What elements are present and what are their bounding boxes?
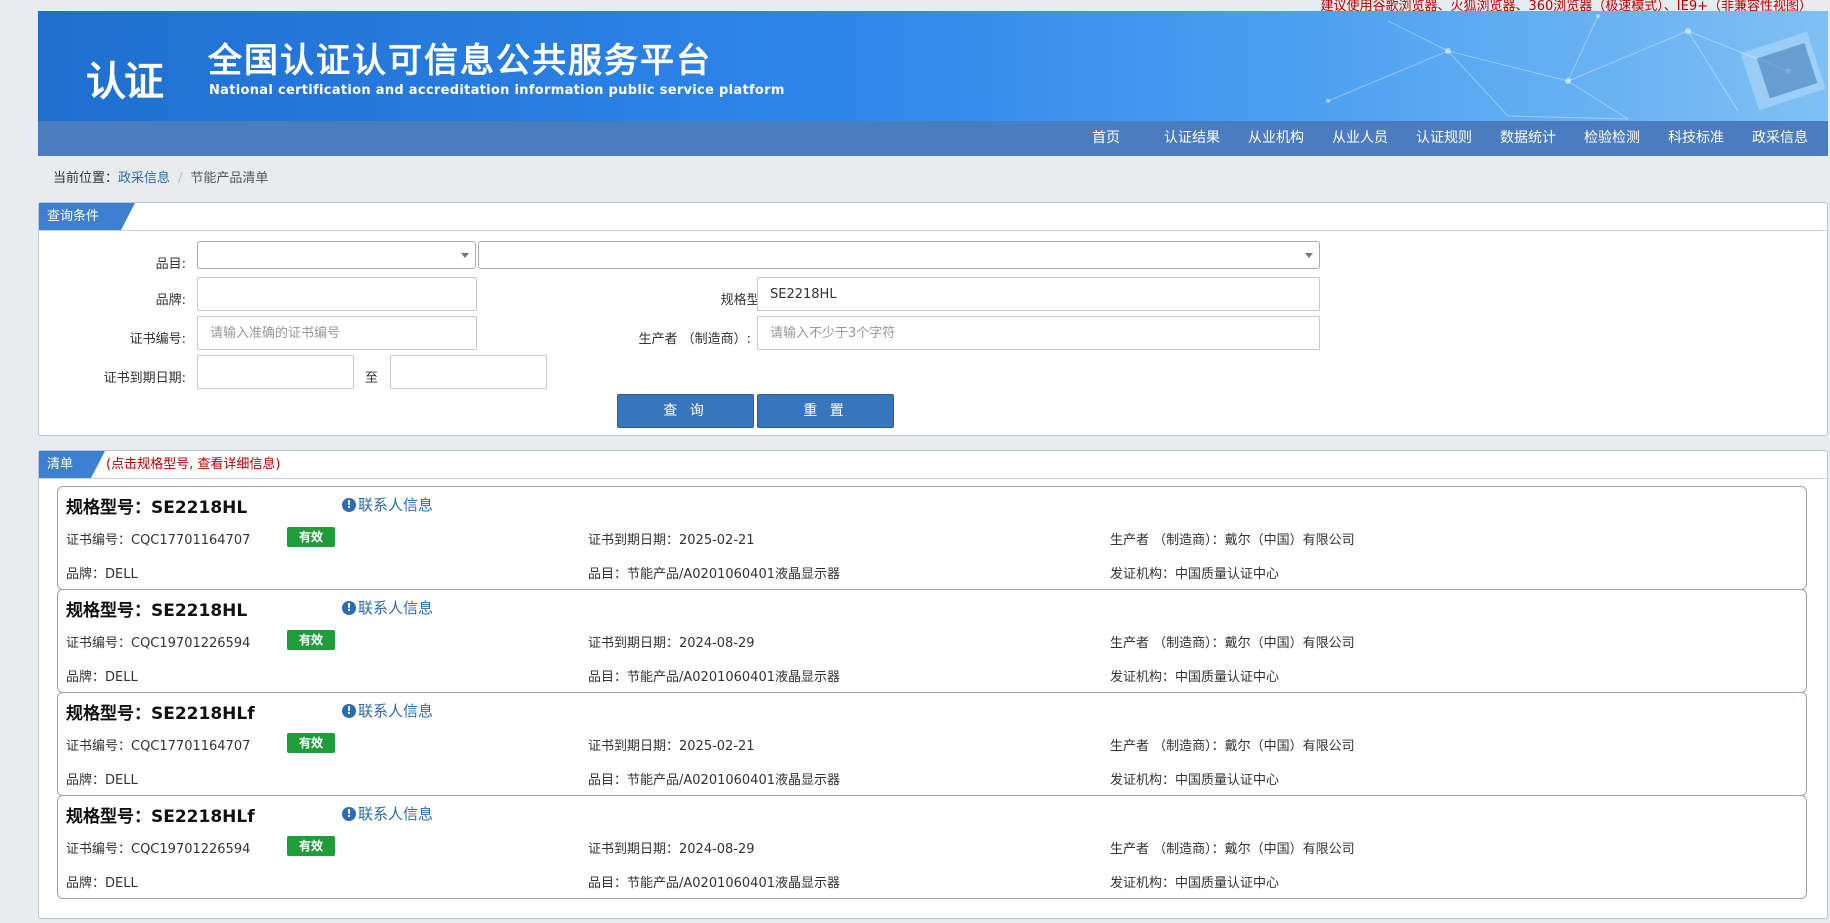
brand-label: 品牌: [155, 293, 186, 308]
expiry-end-input[interactable] [390, 355, 547, 389]
nav-procurement[interactable]: 政采信息 [1738, 121, 1822, 156]
nav-rules[interactable]: 认证规则 [1402, 121, 1486, 156]
category-select-primary[interactable] [197, 241, 476, 269]
maker: 生产者 （制造商）：戴尔（中国）有限公司 [1110, 739, 1355, 754]
expiry-date: 证书到期日期：2025-02-21 [588, 533, 755, 548]
query-panel: 查询条件 品目: 品牌: 规格型号: 证书编号: 生产者 （制造商）: 证书到期… [38, 202, 1828, 436]
status-badge: 有效 [287, 733, 335, 753]
category: 品目：节能产品/A0201060401液晶显示器 [588, 670, 840, 685]
contact-info-label: 联系人信息 [358, 805, 434, 823]
nav-standards[interactable]: 科技标准 [1654, 121, 1738, 156]
site-logo: 认证云 [62, 27, 192, 121]
query-button[interactable]: 查 询 [617, 394, 754, 428]
info-icon: ! [342, 703, 356, 718]
contact-info-link[interactable]: ! 联系人信息 [342, 597, 433, 618]
nav-testing[interactable]: 检验检测 [1570, 121, 1654, 156]
issuer: 发证机构：中国质量认证中心 [1110, 670, 1280, 685]
category: 品目：节能产品/A0201060401液晶显示器 [588, 567, 840, 582]
maker: 生产者 （制造商）：戴尔（中国）有限公司 [1110, 636, 1355, 651]
model-label: 规格型号: [720, 293, 777, 308]
model-link[interactable]: 规格型号：SE2218HL [66, 493, 247, 518]
issuer: 发证机构：中国质量认证中心 [1110, 876, 1280, 891]
brand: 品牌：DELL [66, 567, 138, 582]
brand: 品牌：DELL [66, 670, 138, 685]
maker: 生产者 （制造商）：戴尔（中国）有限公司 [1110, 533, 1355, 548]
list-panel-title: 清单 [39, 451, 105, 478]
cert-no: 证书编号：CQC19701226594 [66, 636, 251, 651]
expiry-to-label: 至 [365, 371, 379, 386]
status-badge: 有效 [287, 836, 335, 856]
cert-no: 证书编号：CQC17701164707 [66, 739, 251, 754]
cert-no: 证书编号：CQC19701226594 [66, 842, 251, 857]
status-badge: 有效 [287, 527, 335, 547]
expiry-date: 证书到期日期：2025-02-21 [588, 739, 755, 754]
model-link[interactable]: 规格型号：SE2218HL [66, 596, 247, 621]
query-panel-header: 查询条件 [39, 203, 1827, 231]
contact-info-label: 联系人信息 [358, 599, 434, 617]
breadcrumb-separator: / [178, 171, 183, 186]
chevron-down-icon [461, 253, 469, 258]
contact-info-label: 联系人信息 [358, 496, 434, 514]
list-panel: 清单 (点击规格型号, 查看详细信息) 规格型号：SE2218HL ! 联系人信息… [38, 450, 1828, 919]
expiry-date: 证书到期日期：2024-08-29 [588, 636, 755, 651]
expiry-label: 证书到期日期: [103, 371, 186, 386]
info-icon: ! [342, 806, 356, 821]
info-icon: ! [342, 600, 356, 615]
nav-certification-results[interactable]: 认证结果 [1150, 121, 1234, 156]
site-header: 认证云 全国认证认可信息公共服务平台 National certificatio… [38, 11, 1828, 121]
expiry-start-input[interactable] [197, 355, 354, 389]
breadcrumb-prefix: 当前位置： [53, 171, 119, 186]
brand-input[interactable] [197, 277, 477, 311]
maker: 生产者 （制造商）：戴尔（中国）有限公司 [1110, 842, 1355, 857]
model-link[interactable]: 规格型号：SE2218HLf [66, 802, 255, 827]
list-item: 规格型号：SE2218HLf ! 联系人信息 证书编号：CQC1970122659… [57, 795, 1807, 899]
list-panel-hint: (点击规格型号, 查看详细信息) [106, 457, 281, 472]
main-navbar: 首页 认证结果 从业机构 从业人员 认证规则 数据统计 检验检测 科技标准 政采… [38, 121, 1828, 156]
nav-personnel[interactable]: 从业人员 [1318, 121, 1402, 156]
query-panel-title: 查询条件 [39, 203, 135, 230]
logo-text: 认证云 [86, 58, 164, 121]
list-item: 规格型号：SE2218HL ! 联系人信息 证书编号：CQC19701226594… [57, 589, 1807, 693]
category-label: 品目: [155, 257, 186, 272]
brand: 品牌：DELL [66, 773, 138, 788]
site-title: 全国认证认可信息公共服务平台 [208, 41, 712, 81]
reset-button[interactable]: 重 置 [757, 394, 894, 428]
cert-no-label: 证书编号: [129, 332, 186, 347]
issuer: 发证机构：中国质量认证中心 [1110, 567, 1280, 582]
category: 品目：节能产品/A0201060401液晶显示器 [588, 773, 840, 788]
breadcrumb-parent-link[interactable]: 政采信息 [118, 171, 170, 186]
model-input[interactable] [757, 277, 1320, 311]
nav-statistics[interactable]: 数据统计 [1486, 121, 1570, 156]
contact-info-link[interactable]: ! 联系人信息 [342, 803, 433, 824]
page-container: 认证云 全国认证认可信息公共服务平台 National certificatio… [38, 11, 1828, 919]
category: 品目：节能产品/A0201060401液晶显示器 [588, 876, 840, 891]
site-subtitle: National certification and accreditation… [209, 83, 785, 98]
nav-institutions[interactable]: 从业机构 [1234, 121, 1318, 156]
list-item: 规格型号：SE2218HL ! 联系人信息 证书编号：CQC17701164707… [57, 486, 1807, 590]
contact-info-link[interactable]: ! 联系人信息 [342, 700, 433, 721]
brand: 品牌：DELL [66, 876, 138, 891]
issuer: 发证机构：中国质量认证中心 [1110, 773, 1280, 788]
chevron-down-icon [1305, 253, 1313, 258]
list-item: 规格型号：SE2218HLf ! 联系人信息 证书编号：CQC1770116470… [57, 692, 1807, 796]
status-badge: 有效 [287, 630, 335, 650]
category-select-secondary[interactable] [478, 241, 1320, 269]
model-link[interactable]: 规格型号：SE2218HLf [66, 699, 255, 724]
contact-info-link[interactable]: ! 联系人信息 [342, 494, 433, 515]
cert-no: 证书编号：CQC17701164707 [66, 533, 251, 548]
list-panel-header: 清单 (点击规格型号, 查看详细信息) [39, 451, 1827, 479]
maker-label: 生产者 （制造商）: [638, 332, 751, 347]
expiry-date: 证书到期日期：2024-08-29 [588, 842, 755, 857]
network-graphic [1326, 14, 1826, 120]
nav-home[interactable]: 首页 [1078, 121, 1134, 156]
cert-no-input[interactable] [197, 316, 477, 350]
breadcrumb-current: 节能产品清单 [190, 171, 269, 186]
breadcrumb: 当前位置：政采信息 / 节能产品清单 [38, 156, 1828, 202]
contact-info-label: 联系人信息 [358, 702, 434, 720]
maker-input[interactable] [757, 316, 1320, 350]
info-icon: ! [342, 497, 356, 512]
